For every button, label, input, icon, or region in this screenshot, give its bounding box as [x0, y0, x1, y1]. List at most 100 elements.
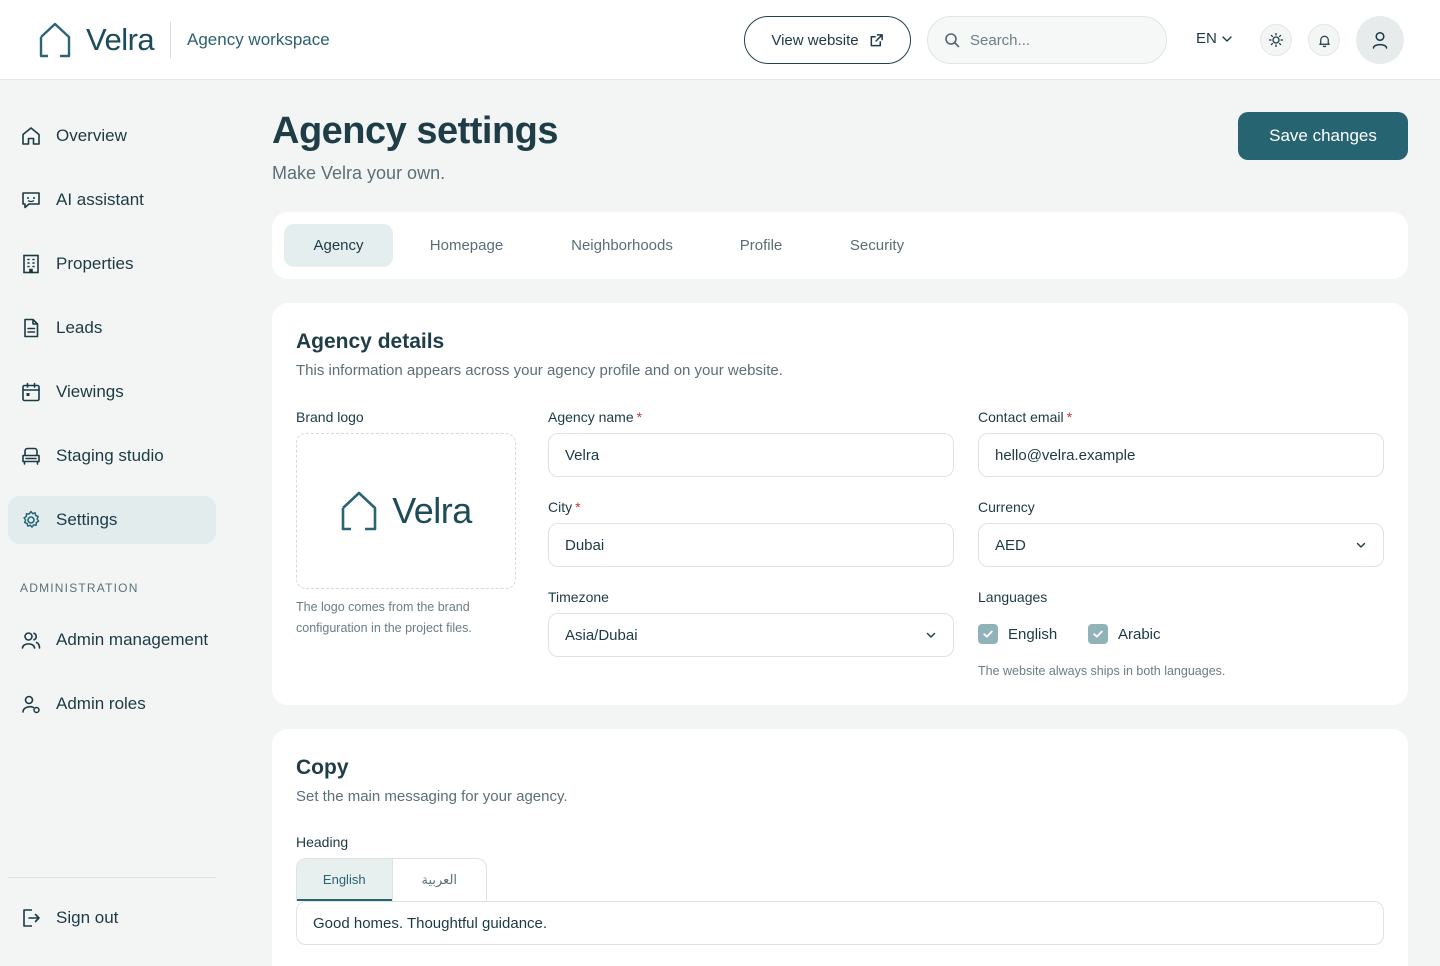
agency-name-label-text: Agency name [548, 409, 634, 425]
tab-arabic[interactable]: العربية [391, 859, 487, 901]
checkbox[interactable] [1088, 624, 1108, 644]
tab-english[interactable]: English [297, 859, 392, 901]
timezone-value: Asia/Dubai [565, 626, 638, 644]
city-label-text: City [548, 499, 573, 515]
card-subtitle: This information appears across your age… [296, 362, 783, 379]
timezone-select[interactable]: Asia/Dubai [548, 613, 954, 657]
workspace-label: Agency workspace [187, 30, 330, 49]
currency-value: AED [995, 536, 1026, 554]
brand-logo-preview: Velra [296, 433, 516, 589]
logo-wordmark: Velra [392, 490, 472, 531]
page-subtitle: Make Velra your own. [272, 163, 446, 183]
heading-input[interactable]: Good homes. Thoughtful guidance. [296, 901, 1384, 945]
sidebar-item-ai-assistant[interactable]: AI assistant [8, 176, 216, 224]
city-input[interactable]: Dubai [548, 523, 954, 567]
chevron-down-icon [1222, 35, 1232, 42]
tab-neighborhoods[interactable]: Neighborhoods [550, 224, 694, 267]
required-mark: * [636, 409, 643, 425]
building-icon [23, 254, 39, 274]
theme-toggle-button[interactable] [1260, 24, 1292, 56]
checkbox[interactable] [978, 624, 998, 644]
gear-icon [23, 510, 40, 528]
search-bar[interactable] [927, 16, 1167, 64]
sign-out-label: Sign out [56, 908, 119, 927]
sidebar-item-leads[interactable]: Leads [8, 304, 216, 352]
sidebar-item-viewings[interactable]: Viewings [8, 368, 216, 416]
language-checkbox-arabic[interactable]: Arabic [1088, 624, 1161, 644]
languages-hint: The website always ships in both languag… [978, 664, 1226, 678]
sidebar-item-label: Properties [56, 254, 134, 273]
brand-logo[interactable]: Velra [38, 21, 155, 59]
sidebar-item-properties[interactable]: Properties [8, 240, 216, 288]
sidebar-item-staging-studio[interactable]: Staging studio [8, 432, 216, 480]
language-checkbox-english[interactable]: English [978, 624, 1057, 644]
sign-out-icon [23, 909, 40, 927]
sun-icon [1268, 32, 1284, 48]
check-icon [1093, 630, 1103, 638]
language-label: EN [1196, 30, 1217, 47]
required-mark: * [1066, 409, 1073, 425]
contact-email-label-text: Contact email [978, 409, 1064, 425]
card-subtitle: Set the main messaging for your agency. [296, 788, 568, 805]
sidebar-item-admin-management[interactable]: Admin management [8, 616, 216, 664]
chevron-down-icon [926, 632, 936, 638]
agency-name-input[interactable]: Velra [548, 433, 954, 477]
user-icon [1372, 31, 1388, 49]
search-input[interactable] [970, 31, 1150, 49]
chevron-down-icon [1356, 542, 1366, 548]
tab-agency[interactable]: Agency [284, 224, 393, 267]
heading-label: Heading [296, 834, 349, 850]
agency-details-card: Agency details This information appears … [272, 303, 1408, 705]
tab-homepage[interactable]: Homepage [409, 224, 524, 267]
page-title: Agency settings [272, 110, 559, 152]
sidebar: Overview AI assistant Properties Leads V… [0, 81, 232, 966]
contact-email-input[interactable]: hello@velra.example [978, 433, 1384, 477]
sidebar-divider [8, 877, 216, 878]
city-label: City * [548, 499, 581, 515]
checkbox-label: English [1008, 625, 1058, 643]
timezone-label: Timezone [548, 589, 609, 605]
users-icon [21, 632, 41, 649]
brand-divider [170, 22, 171, 58]
sidebar-item-label: AI assistant [56, 190, 144, 209]
settings-tabs: Agency Homepage Neighborhoods Profile Se… [272, 212, 1408, 279]
house-logo-icon [341, 491, 377, 531]
sidebar-item-label: Overview [56, 126, 127, 145]
user-role-icon [22, 695, 40, 714]
logo-hint: The logo comes from the brand configurat… [296, 600, 472, 635]
sidebar-item-label: Leads [56, 318, 103, 337]
sign-out-button[interactable]: Sign out [8, 894, 216, 942]
search-icon [945, 33, 960, 48]
tab-security[interactable]: Security [828, 224, 926, 267]
agency-name-label: Agency name * [548, 409, 642, 425]
sidebar-item-overview[interactable]: Overview [8, 112, 216, 160]
sofa-icon [22, 447, 40, 465]
calendar-icon [22, 382, 40, 402]
language-selector[interactable]: EN [1196, 30, 1233, 47]
check-icon [983, 630, 993, 638]
sidebar-item-label: Staging studio [56, 446, 164, 465]
card-title: Copy [296, 756, 349, 779]
currency-select[interactable]: AED [978, 523, 1384, 567]
view-website-button[interactable]: View website [744, 16, 911, 64]
required-mark: * [575, 499, 581, 515]
sidebar-item-label: Admin roles [56, 694, 146, 713]
notifications-button[interactable] [1308, 24, 1340, 56]
brand-name: Velra [86, 22, 155, 57]
sidebar-item-admin-roles[interactable]: Admin roles [8, 680, 216, 728]
save-changes-button[interactable]: Save changes [1238, 112, 1408, 160]
tab-profile[interactable]: Profile [720, 224, 802, 267]
sidebar-item-label: Settings [56, 510, 118, 529]
contact-email-label: Contact email * [978, 409, 1072, 425]
checkbox-label: Arabic [1118, 625, 1161, 643]
document-icon [24, 318, 39, 338]
chat-bot-icon [22, 192, 40, 209]
user-avatar-button[interactable] [1356, 16, 1404, 64]
currency-label: Currency [978, 499, 1035, 515]
sidebar-section-title: ADMINISTRATION [20, 581, 139, 595]
sidebar-item-label: Admin management [56, 630, 209, 649]
copy-card: Copy Set the main messaging for your age… [272, 729, 1408, 966]
house-logo-icon [39, 22, 71, 58]
view-website-label: View website [771, 31, 859, 49]
sidebar-item-settings[interactable]: Settings [8, 496, 216, 544]
